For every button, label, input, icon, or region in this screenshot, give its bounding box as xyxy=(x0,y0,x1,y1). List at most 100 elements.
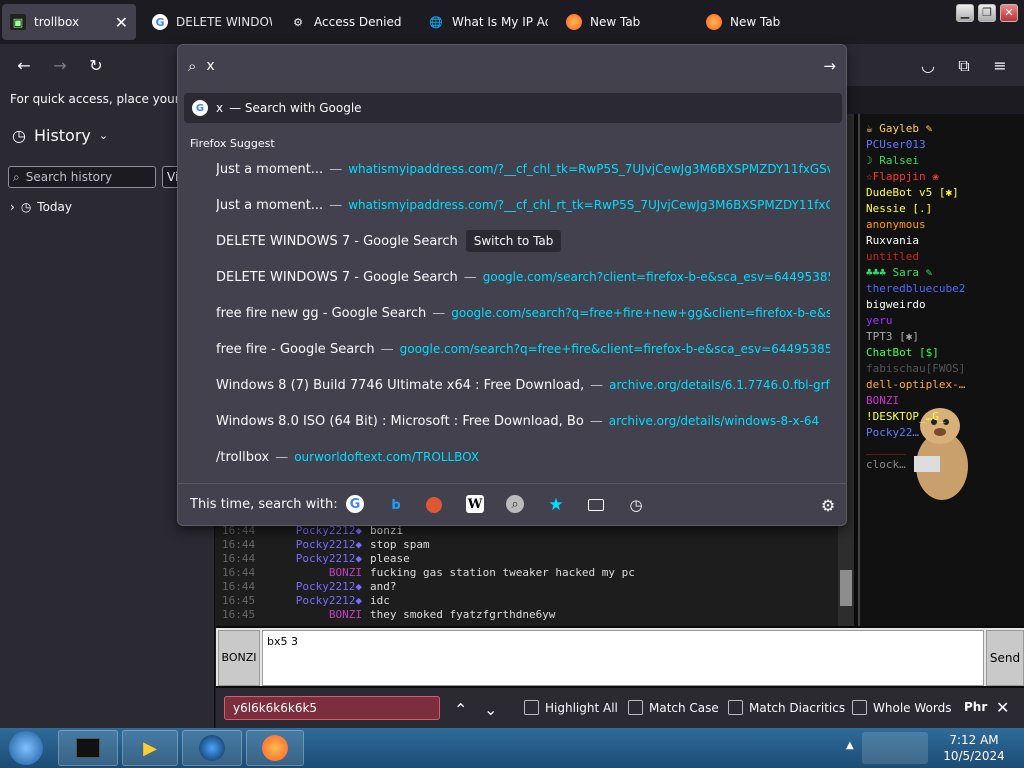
history-group-today[interactable]: › ◷ Today xyxy=(10,200,72,214)
find-previous-icon[interactable]: ⌃ xyxy=(454,700,467,719)
user-list-item[interactable]: BONZI xyxy=(866,394,899,410)
wikipedia-icon[interactable]: W xyxy=(466,495,484,513)
tab-access-denied[interactable]: ⚙ Access Denied xyxy=(282,4,410,40)
user-list-item[interactable]: theredbluecube2 xyxy=(866,282,965,298)
minimize-window-icon[interactable]: ▁ xyxy=(956,4,974,22)
user-list-item[interactable]: TPT3 [✱] xyxy=(866,330,919,346)
user-list-item[interactable]: ChatBot [$] xyxy=(866,346,939,362)
menu-icon[interactable]: ≡ xyxy=(990,56,1010,76)
message-textarea[interactable]: bx5 3 xyxy=(262,630,984,686)
separator: — xyxy=(589,413,603,429)
chevron-down-icon: ⌄ xyxy=(98,129,109,142)
find-input[interactable]: y6l6k6k6k6k5 xyxy=(224,696,440,720)
forward-icon[interactable]: → xyxy=(50,56,70,76)
match-case-checkbox[interactable]: Match Case xyxy=(628,700,719,715)
taskbar-clock[interactable]: 7:12 AM 10/5/2024 xyxy=(934,732,1014,764)
match-case-label: Match Case xyxy=(649,700,719,715)
sidebar-switcher[interactable]: ◷ History ⌄ xyxy=(12,126,108,145)
start-button[interactable] xyxy=(4,730,48,766)
send-button[interactable]: Send xyxy=(986,630,1024,686)
tab-what-is-my-ip[interactable]: 🌐 What Is My IP Ad xyxy=(420,4,548,40)
suggestion-row[interactable]: free fire new gg - Google Search — google.… xyxy=(216,295,830,331)
suggestion-row[interactable]: DELETE WINDOWS 7 - Google Search — google.… xyxy=(216,259,830,295)
search-engine-icon[interactable]: ⌕ xyxy=(506,495,524,513)
user-list-item[interactable]: DudeBot v5 [✱] xyxy=(866,186,959,202)
back-icon[interactable]: ← xyxy=(14,56,34,76)
tab-new-tab-1[interactable]: New Tab xyxy=(558,4,686,40)
extensions-icon[interactable]: ⧉ xyxy=(954,56,974,76)
tab-trollbox[interactable]: ▣ trollbox ✕ xyxy=(2,4,136,40)
urlbar-dropdown: ⌕ x → G x — Search with Google Firefox S… xyxy=(177,44,847,526)
user-list-item[interactable]: ♣♣♣ Sara ✎ xyxy=(866,266,932,282)
close-tab-icon[interactable]: ✕ xyxy=(115,13,128,32)
match-diacritics-checkbox[interactable]: Match Diacritics xyxy=(728,700,845,715)
user-list-item[interactable]: ______ xyxy=(866,442,906,458)
urlbar-input[interactable]: ⌕ x → xyxy=(188,53,838,79)
tab-new-tab-2[interactable]: New Tab xyxy=(698,4,826,40)
chat-nick[interactable]: Pocky2212◆ xyxy=(286,580,362,593)
tabs-icon[interactable] xyxy=(586,495,606,515)
chat-nick[interactable]: BONZI xyxy=(286,566,362,579)
user-list-item[interactable]: fabischau[FWOS] xyxy=(866,362,965,378)
bing-icon[interactable]: b xyxy=(386,495,406,515)
duckduckgo-icon[interactable] xyxy=(426,497,442,513)
user-list-item[interactable]: Pocky22… xyxy=(866,426,919,442)
suggestion-url: archive.org/details/windows-8-x-64 xyxy=(608,414,820,428)
highlight-all-checkbox[interactable]: Highlight All xyxy=(524,700,618,715)
taskbar-app-globe[interactable] xyxy=(182,730,242,766)
suggestion-row[interactable]: Windows 8 (7) Build 7746 Ultimate x64 : … xyxy=(216,367,830,403)
whole-words-checkbox[interactable]: Whole Words xyxy=(852,700,951,715)
user-list-item[interactable]: ☕ Gayleb ✎ xyxy=(866,122,932,138)
heuristic-query: x xyxy=(216,101,224,115)
chat-line: 16:44 Pocky2212◆ stop spam xyxy=(222,538,430,552)
taskbar-app-firefox[interactable] xyxy=(246,730,304,766)
history-icon[interactable]: ◷ xyxy=(626,495,646,515)
chat-nick[interactable]: Pocky2212◆ xyxy=(286,552,362,565)
search-settings-icon[interactable]: ⚙ xyxy=(818,495,838,515)
checkbox-box xyxy=(628,700,643,715)
suggestion-row[interactable]: DELETE WINDOWS 7 - Google Search Switch t… xyxy=(216,223,830,259)
find-next-icon[interactable]: ⌄ xyxy=(484,700,497,719)
user-list-item[interactable]: yeru xyxy=(866,314,893,330)
user-list-item[interactable]: Nessie [.] xyxy=(866,202,932,218)
user-list-item[interactable]: anonymous xyxy=(866,218,926,234)
history-search-input[interactable]: ⌕ Search history xyxy=(8,166,156,188)
nickname-button[interactable]: BONZI xyxy=(218,630,260,686)
user-list-item[interactable]: dell-optiplex-… xyxy=(866,378,965,394)
tray-expand-icon[interactable]: ▲ xyxy=(846,740,854,751)
chat-time: 16:44 xyxy=(222,566,256,579)
suggestion-row[interactable]: free fire - Google Search — google.com/sea… xyxy=(216,331,830,367)
user-list-item[interactable]: bigweirdo xyxy=(866,298,926,314)
chat-nick[interactable]: Pocky2212◆ xyxy=(286,538,362,551)
chat-nick[interactable]: Pocky2212◆ xyxy=(286,594,362,607)
user-list-item[interactable]: ☆Flappjin ❀ xyxy=(866,170,939,186)
suggestion-row[interactable]: Just a moment... — whatismyipaddress.com/?… xyxy=(216,151,830,187)
close-window-icon[interactable]: ✕ xyxy=(1000,4,1018,22)
heuristic-result[interactable]: G x — Search with Google xyxy=(184,93,842,123)
suggestion-row[interactable]: /trollbox — ourworldoftext.com/TROLLBOX xyxy=(216,439,830,475)
close-findbar-icon[interactable]: ✕ xyxy=(996,698,1009,717)
restore-window-icon[interactable]: ❐ xyxy=(978,4,996,22)
user-list-item[interactable]: untitled xyxy=(866,250,919,266)
chat-nick[interactable]: BONZI xyxy=(286,608,362,621)
highlight-all-label: Highlight All xyxy=(545,700,618,715)
tray-icons[interactable] xyxy=(862,732,928,764)
taskbar-app-media[interactable]: ▶ xyxy=(122,730,178,766)
user-list-item[interactable]: ☽ Ralsei xyxy=(866,154,919,170)
user-list-item[interactable]: !DESKTOP_…G_ xyxy=(866,410,945,426)
user-list-item[interactable]: Ruxvania xyxy=(866,234,919,250)
taskbar-app-terminal[interactable] xyxy=(58,730,118,766)
gear-icon: ⚙ xyxy=(293,15,303,29)
suggestion-row[interactable]: Windows 8.0 ISO (64 Bit) : Microsoft : F… xyxy=(216,403,830,439)
go-arrow-icon[interactable]: → xyxy=(823,57,836,75)
google-icon[interactable]: G xyxy=(346,495,364,513)
firefox-icon xyxy=(706,14,722,30)
tab-delete-windows[interactable]: G DELETE WINDOW xyxy=(144,4,272,40)
suggestion-row[interactable]: Just a moment... — whatismyipaddress.com/?… xyxy=(216,187,830,223)
bookmarks-icon[interactable]: ★ xyxy=(546,495,566,515)
scrollbar-thumb[interactable] xyxy=(840,570,852,606)
pocket-icon[interactable]: ◡ xyxy=(918,56,938,76)
reload-icon[interactable]: ↻ xyxy=(86,56,106,76)
user-list-item[interactable]: clock… xyxy=(866,458,906,474)
user-list-item[interactable]: PCUser013 xyxy=(866,138,926,154)
